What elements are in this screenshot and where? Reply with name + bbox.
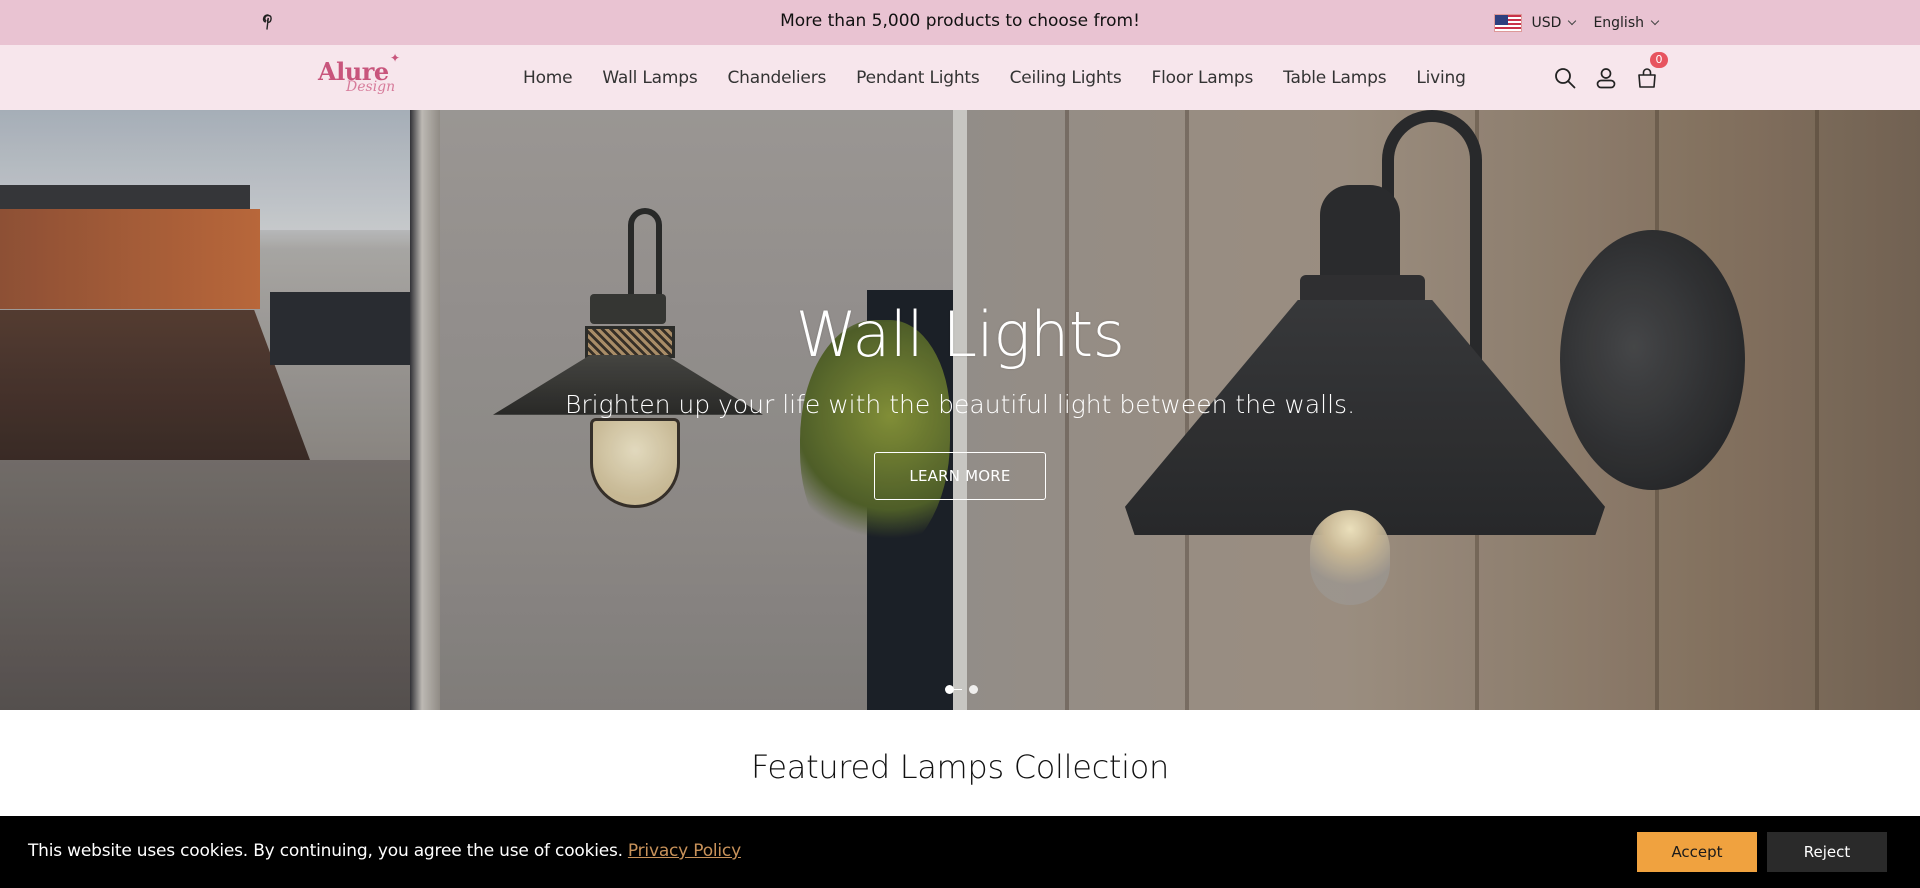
account-button[interactable] (1594, 66, 1617, 89)
announcement-bar: More than 5,000 products to choose from!… (0, 0, 1920, 45)
search-button[interactable] (1553, 66, 1576, 89)
hero-content: Wall Lights Brighten up your life with t… (0, 110, 1920, 710)
nav-floor-lamps[interactable]: Floor Lamps (1152, 68, 1254, 88)
locale-selectors: USD English (1493, 0, 1660, 45)
currency-selector[interactable]: USD (1532, 15, 1562, 31)
slider-dots (945, 685, 978, 694)
us-flag-icon (1493, 13, 1522, 32)
featured-section-title: Featured Lamps Collection (751, 748, 1169, 786)
site-header: Alure Design ✦ Home Wall Lamps Chandelie… (0, 45, 1920, 110)
learn-more-button[interactable]: LEARN MORE (874, 452, 1046, 500)
nav-living[interactable]: Living (1416, 68, 1466, 88)
hero-title: Wall Lights (795, 298, 1125, 371)
nav-home[interactable]: Home (523, 68, 573, 88)
accept-cookies-button[interactable]: Accept (1637, 832, 1757, 872)
logo-text-secondary: Design (346, 79, 396, 95)
cookie-message: This website uses cookies. By continuing… (28, 816, 741, 888)
slider-dot-2[interactable] (969, 685, 978, 694)
cart-icon (1637, 67, 1656, 88)
hero-slider: Wall Lights Brighten up your life with t… (0, 110, 1920, 710)
sparkle-icon: ✦ (390, 51, 401, 65)
search-icon (1554, 67, 1575, 88)
account-icon (1596, 67, 1615, 88)
cookie-text: This website uses cookies. By continuing… (28, 841, 623, 861)
chevron-down-icon (1650, 16, 1660, 25)
reject-cookies-button[interactable]: Reject (1767, 832, 1887, 872)
nav-table-lamps[interactable]: Table Lamps (1283, 68, 1386, 88)
logo[interactable]: Alure Design ✦ (318, 51, 400, 99)
cart-count-badge: 0 (1650, 52, 1668, 68)
chevron-down-icon (1568, 16, 1577, 25)
nav-ceiling-lights[interactable]: Ceiling Lights (1010, 68, 1122, 88)
header-icons: 0 (1553, 45, 1668, 110)
nav-pendant-lights[interactable]: Pendant Lights (856, 68, 980, 88)
nav-chandeliers[interactable]: Chandeliers (728, 68, 827, 88)
hero-subtitle: Brighten up your life with the beautiful… (564, 390, 1356, 419)
language-selector[interactable]: English (1593, 15, 1644, 31)
nav-wall-lamps[interactable]: Wall Lamps (602, 68, 697, 88)
slider-dot-1[interactable] (945, 685, 954, 694)
main-nav: Home Wall Lamps Chandeliers Pendant Ligh… (523, 45, 1496, 110)
cart-button[interactable]: 0 (1635, 52, 1668, 89)
privacy-policy-link[interactable]: Privacy Policy (628, 841, 741, 861)
cookie-banner: This website uses cookies. By continuing… (0, 816, 1920, 888)
